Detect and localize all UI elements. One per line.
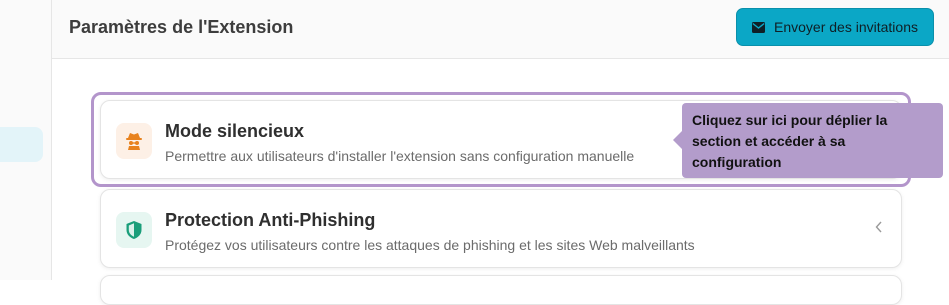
tooltip-text: Cliquez sur ici pour déplier la section … (692, 112, 888, 170)
page-header: Paramètres de l'Extension Envoyer des in… (52, 0, 949, 59)
setting-description: Protégez vos utilisateurs contre les att… (165, 237, 695, 253)
sidebar-item-active[interactable] (0, 127, 43, 162)
setting-title: Protection Anti-Phishing (165, 210, 376, 230)
send-invitations-label: Envoyer des invitations (774, 19, 918, 35)
envelope-icon (752, 21, 766, 33)
onboarding-tooltip: Cliquez sur ici pour déplier la section … (673, 103, 943, 178)
sidebar (0, 0, 52, 280)
setting-card-anti-phishing[interactable]: Protection Anti-Phishing Protégez vos ut… (100, 189, 902, 268)
shield-icon (116, 212, 152, 248)
page-title: Paramètres de l'Extension (69, 17, 294, 37)
chevron-left-icon[interactable] (875, 220, 883, 238)
send-invitations-button[interactable]: Envoyer des invitations (736, 8, 934, 46)
